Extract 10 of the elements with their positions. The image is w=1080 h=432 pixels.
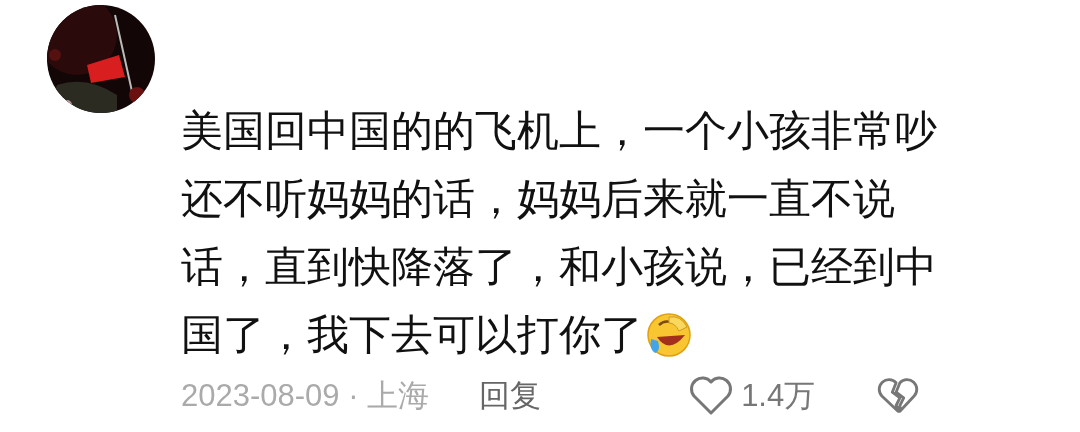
like-count: 1.4万 — [741, 377, 816, 415]
reply-button[interactable]: 回复 — [479, 375, 542, 417]
broken-heart-icon[interactable] — [877, 377, 920, 415]
comment-text-line: 美国回中国的的飞机上，一个小孩非常吵 — [181, 105, 937, 157]
laughing-crying-face-icon — [645, 311, 693, 359]
comment-text-line: 还不听妈妈的话，妈妈后来就一直不说 — [181, 173, 895, 225]
heart-icon[interactable] — [689, 376, 734, 416]
comment-text-line: 国了，我下去可以打你了 — [181, 309, 643, 361]
date-location: 2023-08-09 · 上海 — [181, 377, 430, 415]
comment-text-line: 话，直到快降落了，和小孩说，已经到中 — [181, 241, 937, 293]
